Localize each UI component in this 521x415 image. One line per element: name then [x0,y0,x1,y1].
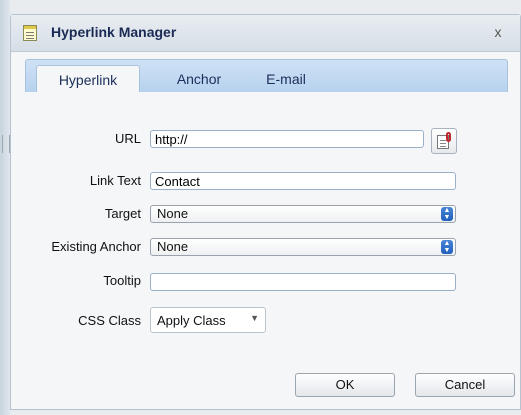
existing-anchor-selected-value: None [157,239,189,254]
target-select[interactable]: None ▲ ▼ [150,205,456,223]
link-text-input[interactable] [150,172,456,190]
chevron-down-icon: ▼ [250,313,259,323]
hyperlink-manager-dialog: Hyperlink Manager x Hyperlink Anchor E-m… [10,14,521,410]
css-class-dropdown[interactable]: Apply Class ▼ [150,307,266,333]
tab-email[interactable]: E-mail [256,65,316,93]
close-icon[interactable]: x [490,23,506,41]
tooltip-input[interactable] [150,273,456,291]
tab-bar: Hyperlink Anchor E-mail [25,59,508,93]
background-panel-edge [0,0,10,415]
url-label: URL [114,131,141,146]
target-selected-value: None [157,206,189,221]
tooltip-label: Tooltip [103,273,141,288]
paperclip-icon [446,132,451,142]
ok-button[interactable]: OK [295,373,395,397]
dialog-titlebar[interactable]: Hyperlink Manager x [11,15,520,52]
existing-anchor-select[interactable]: None ▲ ▼ [150,238,456,256]
cancel-button[interactable]: Cancel [415,373,515,397]
url-input[interactable] [150,130,424,148]
splitter-handle [2,135,10,153]
select-arrows-icon: ▲ ▼ [441,240,453,254]
tab-anchor[interactable]: Anchor [164,65,234,93]
target-label: Target [104,206,141,221]
tab-hyperlink[interactable]: Hyperlink [36,65,140,93]
existing-anchor-label: Existing Anchor [51,239,141,254]
select-arrows-icon: ▲ ▼ [441,207,453,221]
document-link-icon[interactable] [431,128,457,154]
dialog-title: Hyperlink Manager [51,24,177,40]
css-class-selected-value: Apply Class [157,313,226,328]
link-text-label: Link Text [89,173,141,188]
css-class-label: CSS Class [78,313,141,328]
document-icon [23,25,37,41]
